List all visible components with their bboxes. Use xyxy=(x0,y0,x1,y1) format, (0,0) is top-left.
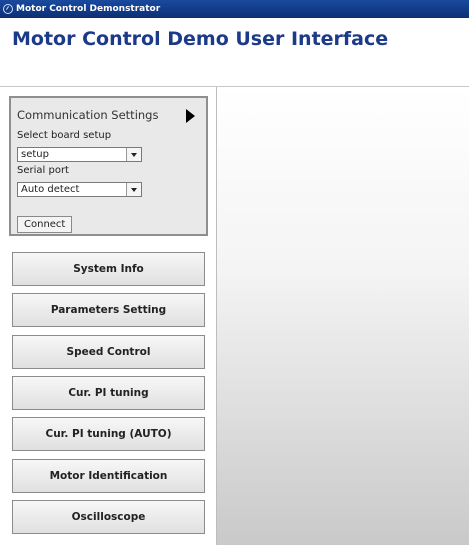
gauge-icon xyxy=(3,4,13,14)
parameters-setting-button[interactable]: Parameters Setting xyxy=(12,293,205,327)
window-titlebar[interactable]: Motor Control Demonstrator xyxy=(0,0,469,18)
sidebar: Communication Settings Select board setu… xyxy=(0,87,217,545)
cur-pi-tuning-auto-button[interactable]: Cur. PI tuning (AUTO) xyxy=(12,417,205,451)
expand-arrow-icon[interactable] xyxy=(186,109,195,123)
chevron-down-icon[interactable] xyxy=(126,148,141,161)
serial-port-select[interactable]: Auto detect xyxy=(17,182,142,197)
window-title: Motor Control Demonstrator xyxy=(16,4,161,14)
motor-identification-button[interactable]: Motor Identification xyxy=(12,459,205,493)
oscilloscope-button[interactable]: Oscilloscope xyxy=(12,500,205,534)
speed-control-button[interactable]: Speed Control xyxy=(12,335,205,369)
serial-port-label: Serial port xyxy=(17,165,69,176)
system-info-button[interactable]: System Info xyxy=(12,252,205,286)
board-setup-value: setup xyxy=(21,149,49,160)
page-title: Motor Control Demo User Interface xyxy=(12,28,389,50)
communication-settings-panel: Communication Settings Select board setu… xyxy=(9,96,208,236)
board-setup-select[interactable]: setup xyxy=(17,147,142,162)
chevron-down-icon[interactable] xyxy=(126,183,141,196)
board-setup-label: Select board setup xyxy=(17,130,112,141)
main-content-area xyxy=(217,87,469,545)
connect-button[interactable]: Connect xyxy=(17,216,73,233)
communication-settings-header: Communication Settings xyxy=(17,108,159,122)
cur-pi-tuning-button[interactable]: Cur. PI tuning xyxy=(12,376,205,410)
serial-port-value: Auto detect xyxy=(21,184,80,195)
